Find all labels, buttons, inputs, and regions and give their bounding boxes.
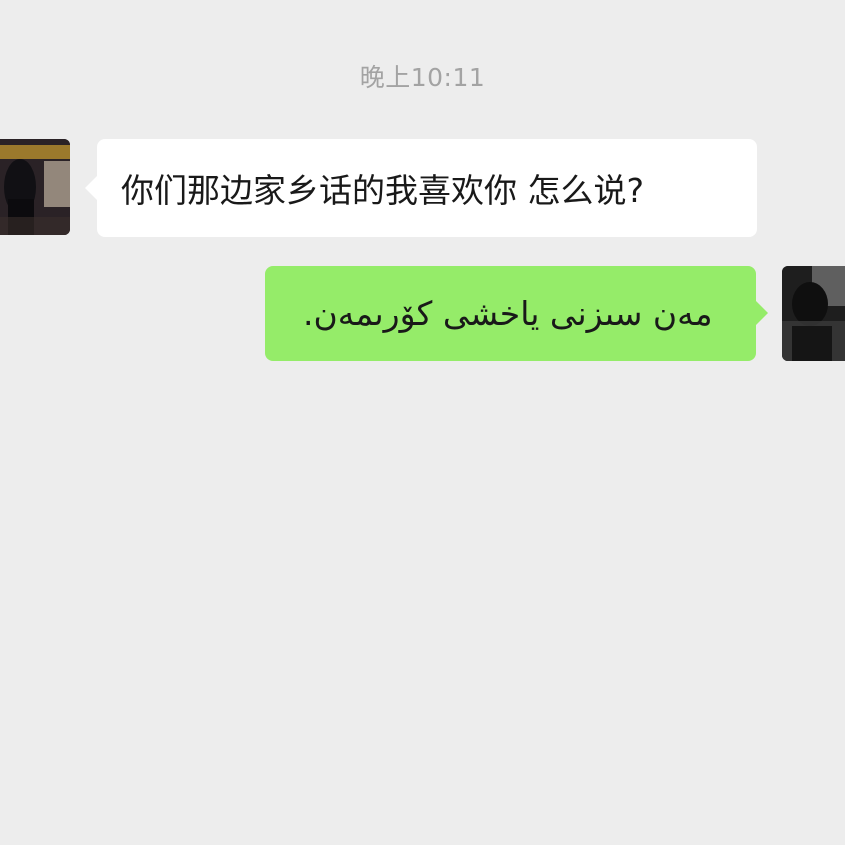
incoming-message-bubble[interactable]: 你们那边家乡话的我喜欢你 怎么说? <box>85 139 757 237</box>
chat-window: 晚上10:11 你们那边家乡话的我喜欢你 怎么说? مەن سىزنى ياخش… <box>0 0 845 845</box>
contact-avatar[interactable] <box>0 139 70 235</box>
incoming-message-text: 你们那边家乡话的我喜欢你 怎么说? <box>121 171 645 210</box>
self-avatar[interactable] <box>782 266 845 361</box>
contact-avatar-image <box>0 139 70 235</box>
self-avatar-image <box>782 266 845 361</box>
outgoing-message-bubble[interactable]: مەن سىزنى ياخشى كۆرىمەن. <box>265 266 768 361</box>
outgoing-message-text: مەن سىزنى ياخشى كۆرىمەن. <box>303 294 713 333</box>
message-timestamp: 晚上10:11 <box>359 63 486 92</box>
